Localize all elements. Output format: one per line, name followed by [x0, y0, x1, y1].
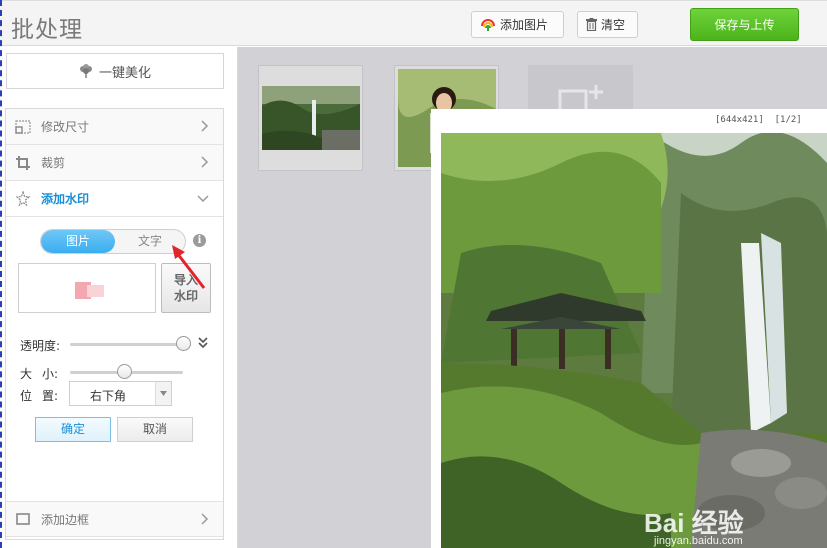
- sidebar-item-border[interactable]: 添加边框: [6, 501, 223, 537]
- header-bar: 批处理 添加图片 清空 保存与上传: [0, 0, 827, 46]
- position-select-value: 右下角: [90, 389, 127, 403]
- annotation-arrow: [172, 245, 206, 289]
- clear-button[interactable]: 清空: [577, 11, 638, 38]
- sidebar-item-label: 修改尺寸: [41, 120, 90, 134]
- flower-icon: [79, 64, 93, 78]
- image-preview: [644x421] [1/2] Bai 经验 jingyan.baidu.com: [431, 109, 827, 548]
- page-title: 批处理: [11, 17, 83, 43]
- chevron-down-icon: [197, 192, 209, 206]
- chevron-right-icon: [201, 120, 209, 135]
- sidebar-item-label: 添加水印: [41, 192, 90, 206]
- save-upload-button[interactable]: 保存与上传: [690, 8, 799, 41]
- opacity-label: 透明度:: [20, 339, 61, 353]
- sidebar-item-label: 裁剪: [41, 156, 66, 170]
- opacity-slider-track[interactable]: [70, 343, 186, 346]
- sidebar-item-resize[interactable]: 修改尺寸: [6, 109, 223, 145]
- size-label-b: 小:: [42, 367, 59, 381]
- size-label-a: 大: [20, 367, 33, 381]
- resize-icon: [15, 119, 31, 135]
- sidebar-item-watermark[interactable]: 添加水印: [6, 181, 223, 217]
- watermark-overlay-url: jingyan.baidu.com: [654, 535, 743, 547]
- position-label-b: 置:: [42, 389, 59, 403]
- tools-panel: 修改尺寸 裁剪 添加水印 图片 文字 i 导入 水印 透明度: 大 小: 位 置…: [5, 108, 224, 540]
- waterfall-photo: [441, 133, 827, 548]
- sidebar-item-label: 添加边框: [41, 512, 90, 527]
- chevron-right-icon: [201, 513, 209, 528]
- beautify-button[interactable]: 一键美化: [6, 53, 224, 89]
- opacity-slider-knob[interactable]: [175, 336, 191, 351]
- double-chevron-down-icon[interactable]: [198, 336, 208, 353]
- watermark-preview-box: [18, 263, 156, 313]
- beautify-label: 一键美化: [98, 65, 151, 81]
- image-info: [644x421] [1/2]: [715, 115, 802, 125]
- add-image-button[interactable]: 添加图片: [471, 11, 564, 38]
- add-image-label: 添加图片: [500, 18, 549, 32]
- border-icon: [15, 511, 31, 527]
- clear-label: 清空: [601, 18, 626, 32]
- chevron-right-icon: [201, 156, 209, 171]
- position-label: 位置:: [20, 387, 58, 404]
- position-select[interactable]: 右下角: [69, 381, 172, 406]
- add-image-icon: [480, 18, 496, 32]
- image-workspace: [644x421] [1/2] Bai 经验 jingyan.baidu.com: [238, 47, 827, 548]
- mode-image-tab[interactable]: 图片: [41, 230, 115, 253]
- size-slider-knob[interactable]: [117, 364, 133, 379]
- caret-down-icon: [155, 382, 171, 405]
- watermark-mode-toggle[interactable]: 图片 文字: [40, 229, 186, 254]
- crop-icon: [15, 155, 31, 171]
- watermark-icon: [15, 190, 31, 207]
- sidebar: 一键美化 修改尺寸 裁剪 添加水印 图片 文字 i 导入 水印 透明度: 大 小…: [0, 47, 238, 548]
- waterfall-thumbnail: [262, 86, 360, 150]
- position-label-a: 位: [20, 389, 33, 403]
- cancel-button[interactable]: 取消: [117, 417, 193, 442]
- watermark-thumbnail: [75, 282, 104, 299]
- selection-border: [0, 0, 2, 548]
- confirm-button[interactable]: 确定: [35, 417, 111, 442]
- preview-photo: Bai 经验 jingyan.baidu.com: [441, 133, 827, 548]
- sidebar-item-crop[interactable]: 裁剪: [6, 145, 223, 181]
- trash-icon: [586, 18, 597, 31]
- size-label: 大小:: [20, 365, 58, 382]
- image-thumbnail-1[interactable]: [258, 65, 363, 171]
